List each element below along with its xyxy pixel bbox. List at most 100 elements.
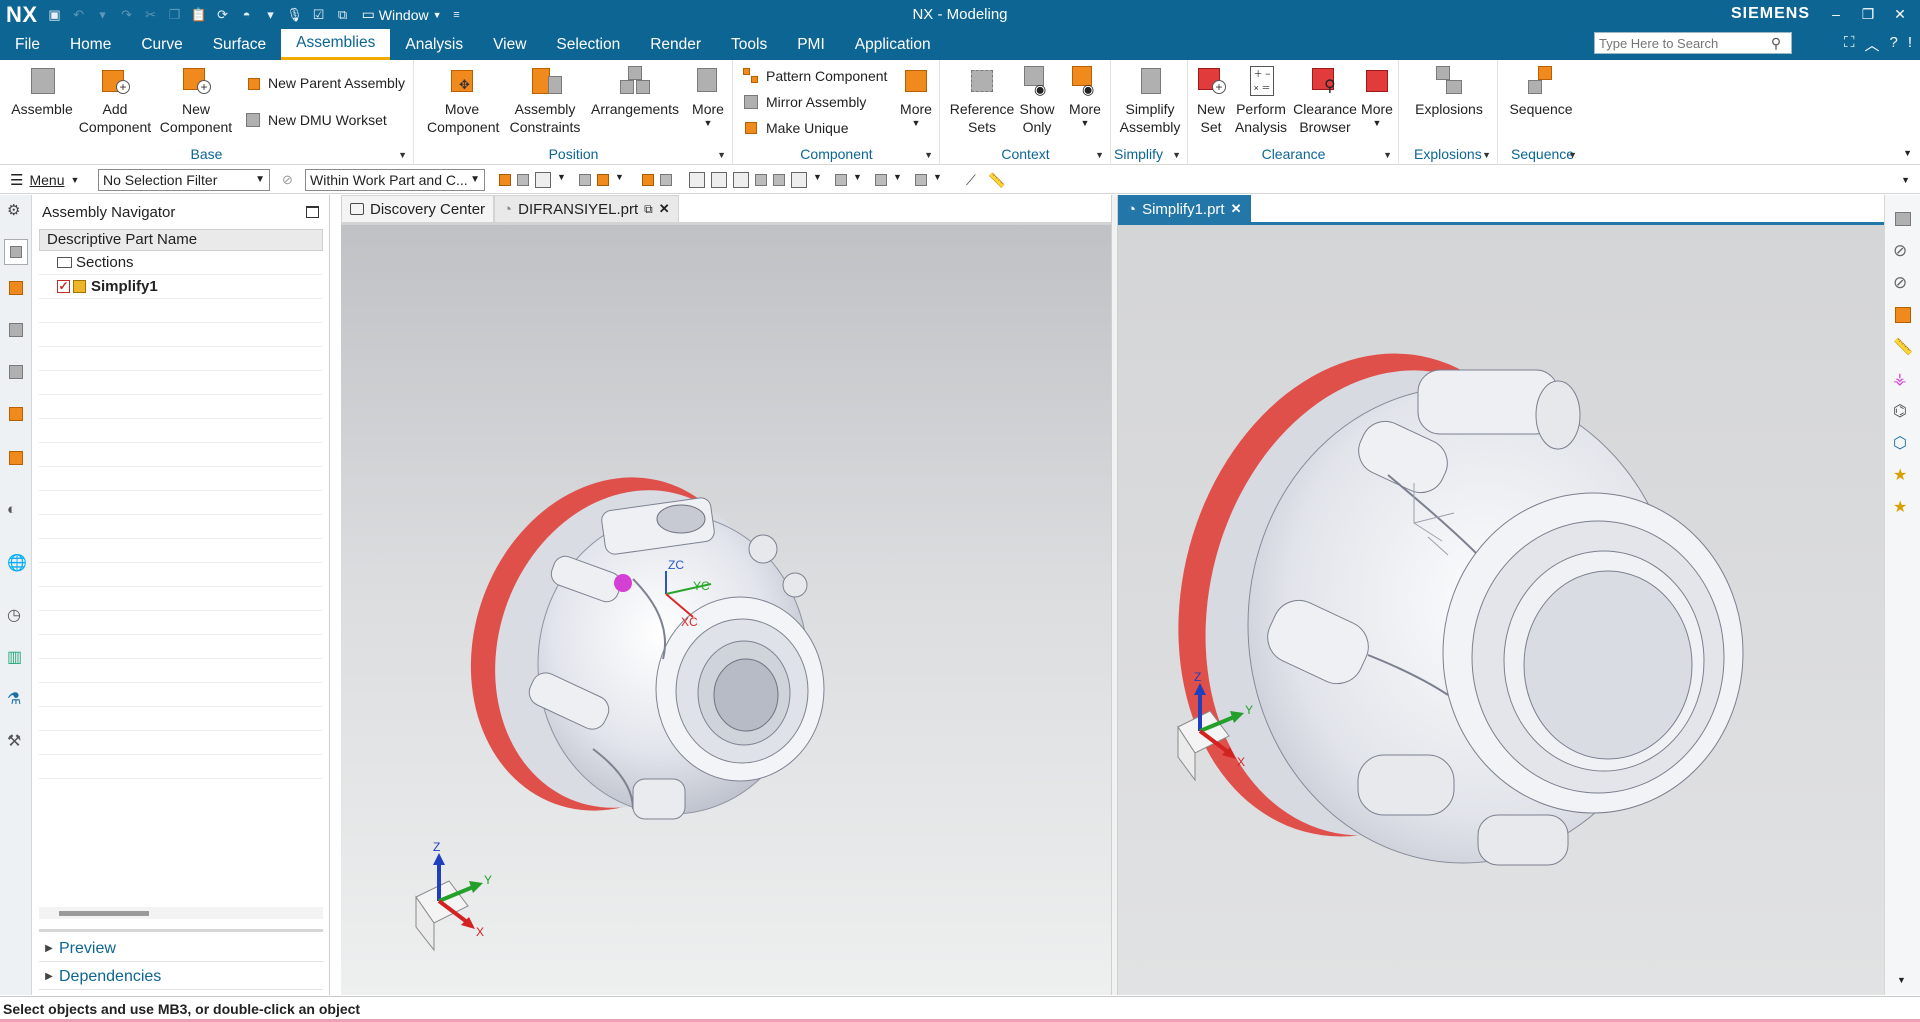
hide-icon[interactable]: ⊘ — [1893, 241, 1913, 261]
minimize-button[interactable]: – — [1820, 0, 1852, 29]
chevron-down-icon[interactable]: ▼ — [813, 172, 829, 188]
group-expand-sequence-icon[interactable]: ▼ — [1568, 150, 1577, 160]
new-component-button[interactable]: + New Component — [158, 64, 234, 136]
scrollbar-thumb[interactable] — [59, 911, 149, 916]
pattern-component-button[interactable]: Pattern Component — [742, 67, 887, 85]
group-expand-explosions-icon[interactable]: ▼ — [1482, 150, 1491, 160]
edit-object-display-icon[interactable] — [1893, 305, 1913, 325]
main-menu-button[interactable]: ☰ Menu ▼ — [0, 171, 92, 189]
group-expand-component-icon[interactable]: ▼ — [924, 150, 933, 160]
model-view-svg[interactable]: Z Y X — [1118, 225, 1884, 995]
tab-home[interactable]: Home — [55, 29, 126, 60]
measure-icon[interactable]: ⟋ — [966, 172, 982, 188]
float-tab-icon[interactable]: ⧉ — [644, 202, 653, 217]
csys-icon[interactable]: ⚶ — [1893, 369, 1913, 389]
redo-icon[interactable]: ↷ — [118, 6, 136, 24]
customize-icon[interactable]: ☑ — [310, 6, 328, 24]
tab-view[interactable]: View — [478, 29, 541, 60]
snap-point-icon[interactable] — [535, 171, 551, 188]
pmi-icon[interactable]: ⌬ — [1893, 401, 1913, 421]
tab-tools[interactable]: Tools — [716, 29, 782, 60]
make-unique-button[interactable]: Make Unique — [742, 119, 849, 137]
group-expand-base-icon[interactable]: ▼ — [398, 150, 407, 160]
clock-icon[interactable]: ◷ — [7, 605, 25, 624]
perform-analysis-button[interactable]: ＋ − × ＝ Perform Analysis — [1231, 64, 1291, 136]
add-component-button[interactable]: + Add Component — [78, 64, 152, 136]
orient-view-icon[interactable] — [791, 171, 807, 188]
viewport-splitter[interactable] — [1111, 195, 1118, 995]
render-style-icon[interactable] — [835, 173, 847, 186]
history-icon[interactable]: ◐ — [7, 501, 25, 519]
search-input[interactable] — [1595, 33, 1765, 53]
close-button[interactable]: ✕ — [1884, 0, 1916, 29]
model-view-svg[interactable]: ZC YC XC Z Y X — [341, 225, 1111, 995]
search-icon[interactable]: ⚲ — [1765, 35, 1787, 52]
preview-section[interactable]: ▶ Preview — [39, 936, 323, 962]
panel-splitter[interactable] — [39, 929, 323, 932]
group-expand-clearance-icon[interactable]: ▼ — [1383, 150, 1392, 160]
restore-button[interactable]: ❐ — [1852, 0, 1884, 29]
roles-icon[interactable] — [7, 449, 25, 467]
show-only-button[interactable]: ◉ Show Only — [1015, 64, 1059, 136]
group-expand-context-icon[interactable]: ▼ — [1095, 150, 1104, 160]
chevron-down-icon[interactable]: ▼ — [933, 172, 949, 188]
touch-mode-dropdown-icon[interactable]: ▾ — [262, 6, 280, 24]
paste-icon[interactable]: 📋 — [190, 6, 208, 24]
tab-difransiyel-prt[interactable]: ◔ DIFRANSIYEL.prt ⧉ ✕ — [494, 195, 679, 222]
part-navigator-icon[interactable] — [7, 321, 25, 339]
switch-window-icon[interactable]: ⧉ — [334, 6, 352, 24]
differential-housing-model[interactable]: ZC YC XC — [425, 437, 825, 851]
chevron-down-icon[interactable]: ▼ — [615, 172, 631, 188]
position-more-button[interactable]: More ▼ — [686, 64, 730, 128]
tab-selection[interactable]: Selection — [541, 29, 635, 60]
help-icon[interactable]: ? — [1889, 34, 1897, 55]
system-materials-icon[interactable]: ⚗ — [7, 689, 25, 708]
clearance-more-button[interactable]: More ▼ — [1357, 64, 1397, 128]
visibility-checkbox[interactable]: ✓ — [57, 280, 70, 293]
group-expand-position-icon[interactable]: ▼ — [717, 150, 726, 160]
reference-sets-button[interactable]: Reference Sets — [949, 64, 1015, 136]
undo-dropdown-icon[interactable]: ▾ — [94, 6, 112, 24]
close-icon[interactable]: ✕ — [659, 201, 670, 217]
right-toolbar-options-icon[interactable]: ▼ — [1897, 975, 1917, 995]
context-more-button[interactable]: ◉ More ▼ — [1063, 64, 1107, 128]
simplified-housing-model[interactable] — [1126, 310, 1744, 879]
sequence-button[interactable]: Sequence — [1503, 64, 1579, 118]
new-parent-assembly-button[interactable]: New Parent Assembly — [244, 74, 405, 92]
ribbon-options-icon[interactable]: ▼ — [1903, 148, 1912, 158]
copy-icon[interactable]: ❐ — [166, 6, 184, 24]
arrangements-button[interactable]: Arrangements — [587, 64, 683, 118]
shaded-display-icon[interactable] — [1893, 209, 1913, 229]
graphics-window-difransiyel[interactable]: ZC YC XC Z Y X — [341, 222, 1111, 995]
selection-scope-dropdown[interactable]: Within Work Part and C... ▼ — [305, 168, 485, 191]
tab-surface[interactable]: Surface — [198, 29, 281, 60]
highlight-all-icon[interactable]: ★ — [1893, 497, 1913, 517]
reset-filter-icon[interactable]: ⊘ — [282, 172, 298, 188]
explosions-button[interactable]: Explosions — [1404, 64, 1494, 118]
collapse-ribbon-icon[interactable]: ︿ — [1864, 34, 1879, 55]
simplify-assembly-button[interactable]: Simplify Assembly — [1114, 64, 1186, 136]
box-select-icon[interactable] — [642, 173, 654, 186]
tab-pmi[interactable]: PMI — [782, 29, 840, 60]
lasso-select-icon[interactable] — [660, 173, 672, 186]
assembly-navigator-icon[interactable] — [4, 239, 28, 265]
web-browser-icon[interactable]: 🌐 — [7, 553, 27, 572]
new-dmu-workset-button[interactable]: New DMU Workset — [244, 111, 387, 129]
tree-row-sections[interactable]: Sections — [39, 251, 323, 275]
assemble-button[interactable]: Assemble — [10, 64, 74, 118]
select-components-icon[interactable] — [499, 173, 511, 186]
constraint-navigator-icon[interactable] — [7, 279, 25, 297]
tab-analysis[interactable]: Analysis — [390, 29, 478, 60]
gear-icon[interactable]: ⚙ — [7, 201, 25, 219]
chevron-down-icon[interactable]: ▼ — [893, 172, 909, 188]
hd3d-tools-icon[interactable] — [7, 405, 25, 423]
microphone-icon[interactable]: 🎙 — [286, 6, 304, 24]
tab-render[interactable]: Render — [635, 29, 716, 60]
fit-view-icon[interactable] — [689, 171, 705, 188]
maximize-panel-icon[interactable] — [306, 206, 319, 218]
tree-row-simplify1[interactable]: ✓ Simplify1 — [39, 275, 323, 299]
measure-distance-icon[interactable]: 📏 — [1893, 337, 1913, 357]
chevron-down-icon[interactable]: ▼ — [853, 172, 869, 188]
show-hide-icon[interactable]: ⊘ — [1893, 273, 1913, 293]
edit-section-icon[interactable] — [915, 173, 927, 186]
